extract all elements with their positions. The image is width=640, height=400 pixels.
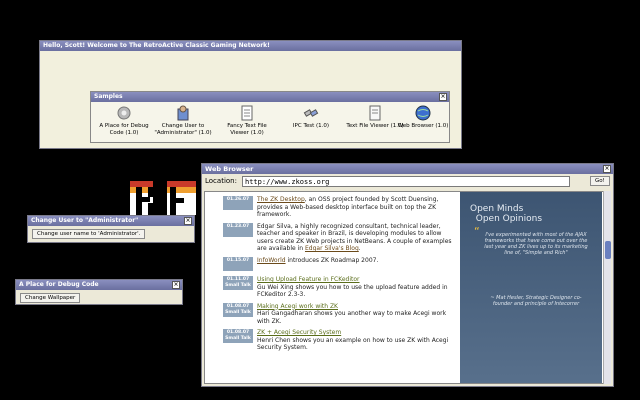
- close-icon[interactable]: ×: [603, 165, 611, 173]
- news-date: 01.08.07 Small Talk: [223, 329, 253, 343]
- news-item: 01.11.07 Small Talk Using Upload Feature …: [223, 276, 455, 299]
- location-bar: Location: http://www.zkoss.org Go!: [202, 174, 613, 189]
- change-user-title: Change User to "Administrator": [31, 217, 139, 224]
- change-user-button[interactable]: Change user name to 'Administrator'.: [32, 229, 146, 239]
- connector-icon: [303, 109, 319, 117]
- panel-quote: I've experimented with most of the AJAX …: [484, 232, 588, 256]
- news-text: introduces ZK Roadmap 2007.: [285, 256, 379, 264]
- news-item: 01.15.07 InfoWorld introduces ZK Roadmap…: [223, 256, 455, 271]
- url-input[interactable]: http://www.zkoss.org: [242, 176, 570, 187]
- document-icon: [241, 105, 253, 121]
- welcome-title: Hello, Scott! Welcome to The RetroActive…: [40, 41, 461, 51]
- sample-web-browser[interactable]: Web Browser (1.0): [393, 105, 453, 130]
- gear-icon: [117, 106, 131, 120]
- opinion-panel: Open Minds Open Opinions “ I've experime…: [460, 192, 602, 383]
- news-item: 01.08.07 Small Talk Making Acegi work wit…: [223, 302, 455, 326]
- news-date: 01.15.07: [223, 256, 253, 271]
- re-logo: [130, 181, 196, 215]
- sample-label: Fancy Text File Viewer (1.0): [227, 123, 267, 136]
- welcome-window: Hello, Scott! Welcome to The RetroActive…: [39, 40, 462, 149]
- globe-icon: [415, 105, 431, 121]
- sample-fancy-viewer[interactable]: Fancy Text File Viewer (1.0): [217, 105, 277, 136]
- sample-label: A Place for Debug Code (1.0): [99, 123, 149, 136]
- news-list: 01.26.07 The ZK Desktop, an OSS project …: [223, 196, 455, 356]
- samples-window: Samples × A Place for Debug Code (1.0) C…: [90, 91, 450, 143]
- news-date: 01.26.07: [223, 196, 253, 210]
- news-text: .: [358, 245, 361, 252]
- news-text: Gu Wei Xing shows you how to use the upl…: [257, 283, 448, 299]
- news-item: 01.08.07 Small Talk ZK + Acegi Security S…: [223, 329, 455, 352]
- sample-ipc-test[interactable]: IPC Test (1.0): [281, 105, 341, 130]
- sample-debug-code[interactable]: A Place for Debug Code (1.0): [94, 105, 154, 136]
- browser-title: Web Browser: [205, 165, 254, 173]
- sample-change-user[interactable]: Change User to "Administrator" (1.0): [153, 105, 213, 136]
- news-link[interactable]: Making Acegi work with ZK: [257, 303, 338, 310]
- browser-viewport[interactable]: 01.26.07 The ZK Desktop, an OSS project …: [204, 191, 604, 384]
- change-wallpaper-button[interactable]: Change Wallpaper: [20, 293, 81, 303]
- panel-author: ~ Mat Hesler, Strategic Designer co-foun…: [490, 295, 582, 307]
- location-label: Location:: [205, 177, 237, 185]
- welcome-body: Samples × A Place for Debug Code (1.0) C…: [40, 51, 461, 148]
- debug-title: A Place for Debug Code: [19, 281, 99, 288]
- user-icon: [177, 105, 189, 121]
- news-item: 01.26.07 The ZK Desktop, an OSS project …: [223, 196, 455, 219]
- news-text: Henri Chen shows you an example on how t…: [257, 336, 449, 352]
- vertical-scrollbar[interactable]: [603, 191, 611, 384]
- news-item: 01.23.07 Edgar Silva, a highly recognize…: [223, 222, 455, 253]
- news-link[interactable]: InfoWorld: [257, 257, 286, 264]
- news-link[interactable]: Using Upload Feature in FCKeditor: [257, 276, 360, 283]
- go-button[interactable]: Go!: [590, 176, 610, 186]
- debug-titlebar: A Place for Debug Code ×: [16, 280, 182, 290]
- close-icon[interactable]: ×: [184, 217, 192, 225]
- change-user-titlebar: Change User to "Administrator" ×: [28, 216, 194, 226]
- sample-label: Web Browser (1.0): [397, 123, 449, 129]
- browser-titlebar: Web Browser ×: [202, 164, 613, 174]
- sample-label: IPC Test (1.0): [292, 123, 330, 129]
- news-link[interactable]: Edgar Silva's Blog: [305, 245, 359, 252]
- debug-code-window: A Place for Debug Code × Change Wallpape…: [15, 279, 183, 305]
- panel-heading: Open Minds Open Opinions: [470, 204, 543, 224]
- text-file-icon: [369, 105, 381, 121]
- news-date: 01.08.07 Small Talk: [223, 302, 253, 317]
- news-date: 01.23.07: [223, 222, 253, 237]
- quote-mark-icon: “: [474, 225, 480, 238]
- samples-title: Samples: [94, 93, 123, 100]
- web-browser-window: Web Browser × Location: http://www.zkoss…: [201, 163, 614, 387]
- change-user-window: Change User to "Administrator" × Change …: [27, 215, 195, 243]
- news-date: 01.11.07 Small Talk: [223, 276, 253, 290]
- news-link[interactable]: ZK + Acegi Security System: [257, 329, 341, 336]
- news-text: Hari Gangadharan shows you another way t…: [257, 310, 447, 325]
- sample-label: Change User to "Administrator" (1.0): [154, 123, 212, 136]
- close-icon[interactable]: ×: [439, 93, 447, 101]
- close-icon[interactable]: ×: [172, 281, 180, 289]
- scrollbar-thumb[interactable]: [605, 241, 611, 259]
- news-link[interactable]: The ZK Desktop: [257, 196, 305, 203]
- samples-titlebar: Samples ×: [91, 92, 449, 102]
